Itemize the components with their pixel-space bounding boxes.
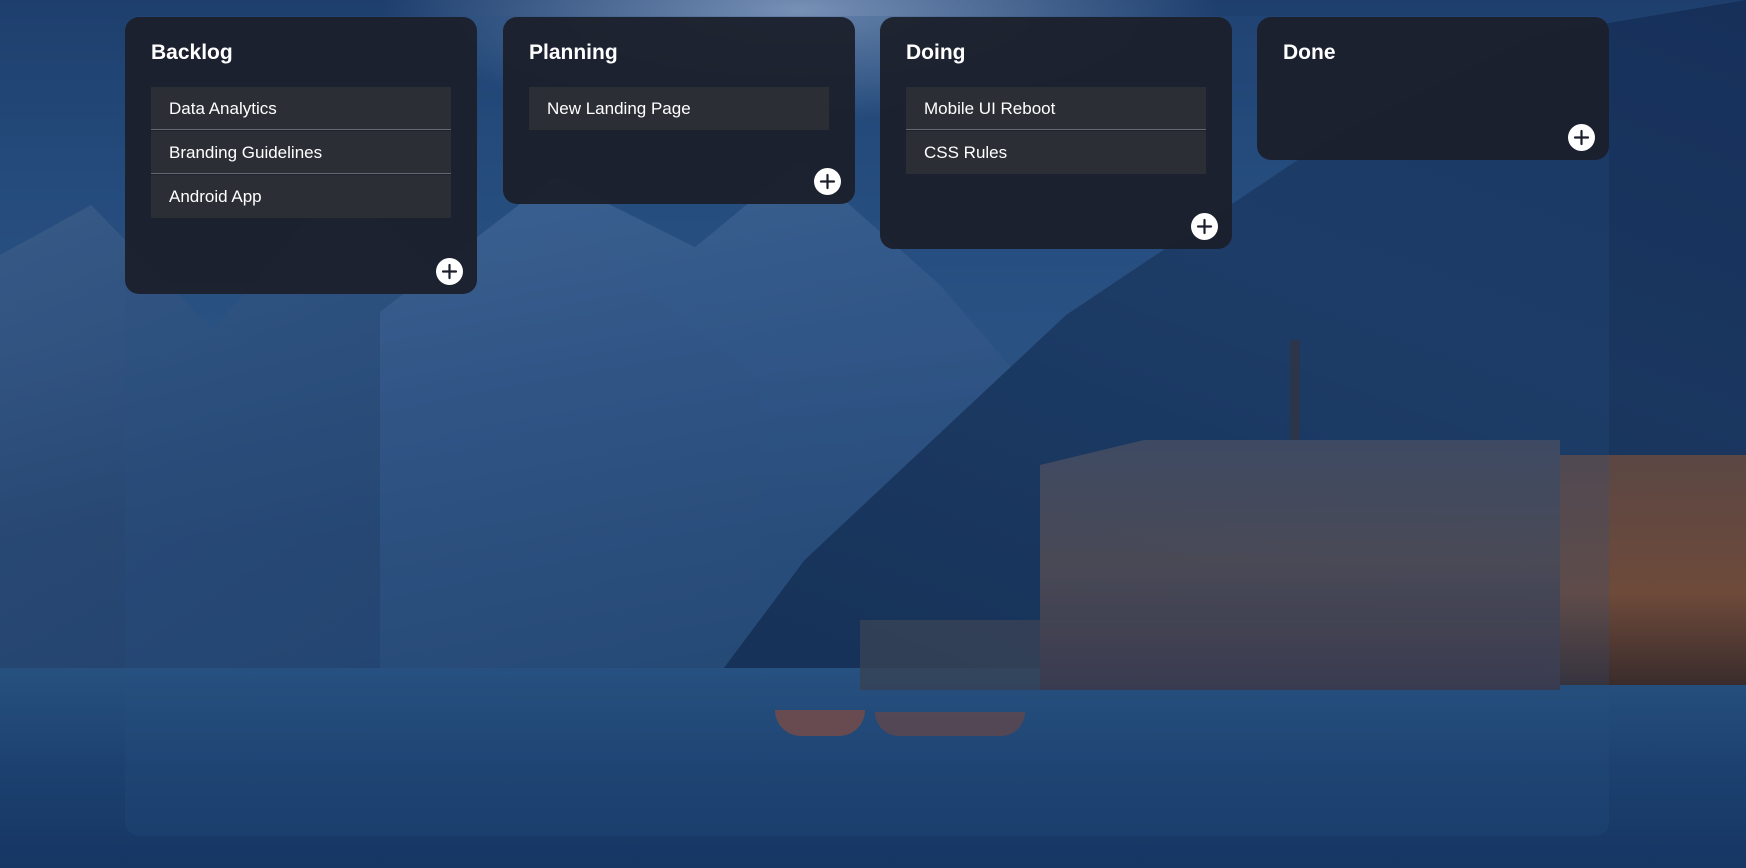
add-card-button[interactable] [814, 168, 841, 195]
column-doing: Doing Mobile UI Reboot CSS Rules [880, 17, 1232, 249]
plus-icon [1573, 129, 1590, 146]
card-list: New Landing Page [529, 87, 829, 130]
add-card-button[interactable] [1191, 213, 1218, 240]
column-title: Planning [529, 41, 618, 64]
plus-icon [819, 173, 836, 190]
add-card-button[interactable] [436, 258, 463, 285]
plus-icon [441, 263, 458, 280]
card[interactable]: Android App [151, 175, 451, 218]
card-list: Data Analytics Branding Guidelines Andro… [151, 87, 451, 218]
card[interactable]: CSS Rules [906, 131, 1206, 174]
card[interactable]: New Landing Page [529, 87, 829, 130]
card-list: Mobile UI Reboot CSS Rules [906, 87, 1206, 174]
column-backlog: Backlog Data Analytics Branding Guidelin… [125, 17, 477, 294]
plus-icon [1196, 218, 1213, 235]
card[interactable]: Data Analytics [151, 87, 451, 130]
column-planning: Planning New Landing Page [503, 17, 855, 204]
card[interactable]: Mobile UI Reboot [906, 87, 1206, 130]
column-title: Backlog [151, 41, 233, 64]
column-title: Doing [906, 41, 966, 64]
column-done: Done [1257, 17, 1609, 160]
column-title: Done [1283, 41, 1336, 64]
card[interactable]: Branding Guidelines [151, 131, 451, 174]
add-card-button[interactable] [1568, 124, 1595, 151]
